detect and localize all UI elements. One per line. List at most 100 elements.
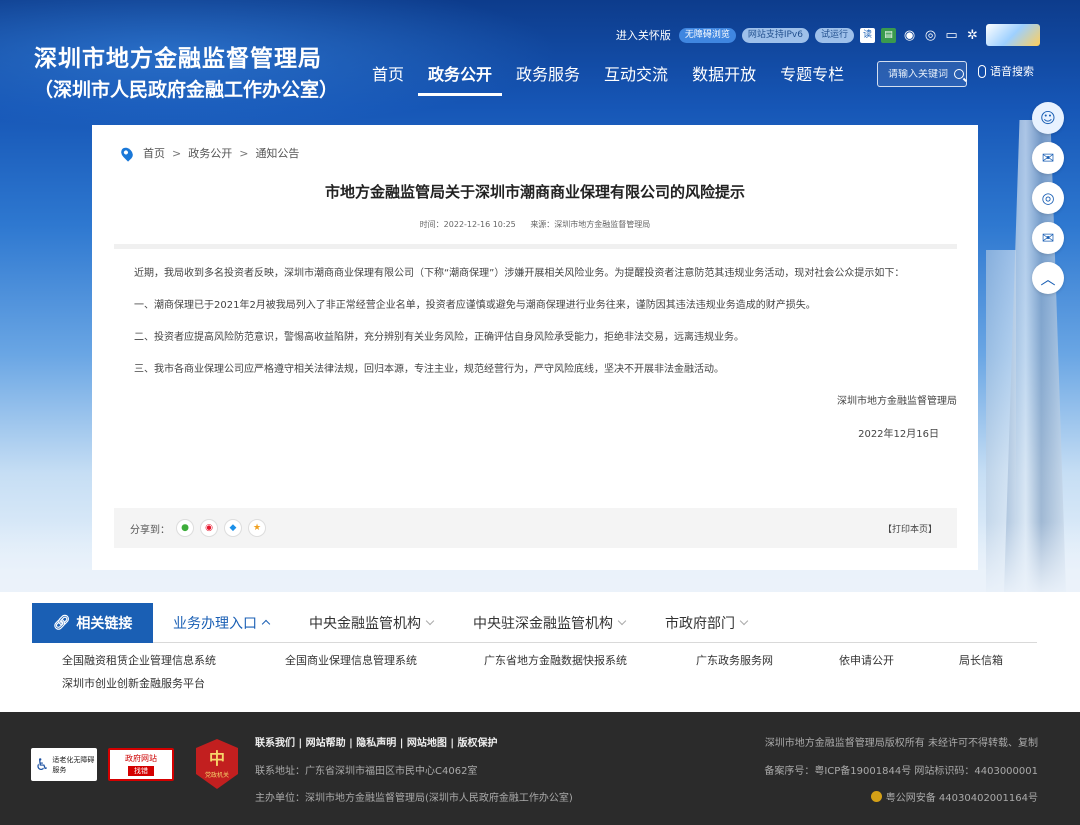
article-body: 近期，我局收到多名投资者反映，深圳市潮商商业保理有限公司（下称“潮商保理”）涉嫌…: [114, 263, 957, 456]
barrier-free-button[interactable]: 无障碍浏览: [678, 27, 736, 43]
party-badge-char: 中: [208, 748, 225, 768]
breadcrumb-separator: >: [239, 146, 249, 160]
tab-business-entry[interactable]: 业务办理入口: [153, 603, 289, 642]
chevron-down-icon: [739, 616, 749, 625]
weibo-float-icon[interactable]: ◎: [1032, 182, 1064, 214]
link-commercial-factoring-system[interactable]: 全国商业保理信息管理系统: [285, 652, 417, 668]
link-startup-finance-platform[interactable]: 深圳市创业创新金融服务平台: [62, 675, 205, 691]
report-error-title: 政府网站: [125, 754, 157, 763]
party-badge-label: 党政机关: [204, 771, 229, 779]
nav-open-data[interactable]: 数据开放: [680, 60, 768, 96]
link-financial-leasing-system[interactable]: 全国融资租赁企业管理信息系统: [62, 652, 216, 668]
chevron-down-icon: [617, 616, 627, 625]
tab-central-regulators-shenzhen-label: 中央驻深金融监管机构: [473, 615, 613, 632]
share-weibo-icon[interactable]: ◉: [200, 519, 218, 537]
monitor-icon[interactable]: ▭: [944, 28, 959, 43]
footer-icp[interactable]: 备案序号：粤ICP备19001844号 网站标识码：4403000001: [764, 762, 1038, 777]
footer-host: 主办单位：深圳市地方金融监督管理局(深圳市人民政府金融工作办公室): [255, 793, 573, 804]
nav-gov-services[interactable]: 政务服务: [504, 60, 592, 96]
police-record-label: 粤公网安备 44030402001164号: [885, 793, 1038, 804]
mail-icon[interactable]: ✉: [1032, 222, 1064, 254]
ipv6-badge: 网站支持IPv6: [741, 27, 809, 43]
share-bar: 分享到： ● ◉ ◆ ★ 【打印本页】: [114, 508, 957, 548]
breadcrumb-separator: >: [172, 146, 182, 160]
footer-links: 联系我们 | 网站帮助 | 隐私声明 | 网站地图 | 版权保护: [255, 734, 498, 749]
wechat-icon[interactable]: ✉: [1032, 142, 1064, 174]
footer-link-sitemap[interactable]: 网站地图: [407, 738, 447, 749]
footer-link-contact[interactable]: 联系我们: [255, 738, 295, 749]
footer-link-copyright[interactable]: 版权保护: [458, 738, 498, 749]
site-subtitle: （深圳市人民政府金融工作办公室）: [34, 80, 339, 101]
site-footer: ♿︎ 适老化无障碍服务 政府网站 找错 中 党政机关 联系我们 | 网站帮助 |…: [0, 712, 1080, 825]
voice-search-label: 语音搜索: [990, 65, 1034, 78]
elderly-accessibility-badge[interactable]: ♿︎ 适老化无障碍服务: [31, 748, 97, 781]
share-qq-icon[interactable]: ◆: [224, 519, 242, 537]
search-input[interactable]: [888, 68, 954, 80]
city-logo[interactable]: [986, 24, 1040, 46]
nav-home[interactable]: 首页: [360, 60, 416, 96]
tab-city-departments-label: 市政府部门: [665, 615, 735, 632]
search-icon[interactable]: [954, 69, 964, 79]
footer-link-help[interactable]: 网站帮助: [306, 738, 346, 749]
signature-date: 2022年12月16日: [858, 429, 939, 440]
chevron-up-icon: [261, 619, 271, 629]
nav-topics[interactable]: 专题专栏: [768, 60, 856, 96]
mini-program-icon[interactable]: ▤: [881, 27, 896, 43]
share-icon[interactable]: ✲: [965, 28, 980, 43]
link-apply-disclosure[interactable]: 依申请公开: [839, 652, 894, 668]
accessibility-icon: ♿︎: [35, 755, 50, 774]
article-card: 首页 > 政务公开 > 通知公告 市地方金融监管局关于深圳市潮商商业保理有限公司…: [92, 125, 978, 570]
paragraph-3: 三、我市各商业保理公司应严格遵守相关法律法规，回归本源，专注主业，规范经营行为，…: [134, 364, 724, 375]
title-divider: [114, 244, 957, 249]
footer-separator: |: [345, 738, 357, 749]
signature: 深圳市地方金融监督管理局: [837, 396, 957, 407]
share-wechat-icon[interactable]: ●: [176, 519, 194, 537]
link-director-mailbox[interactable]: 局长信箱: [959, 652, 1003, 668]
party-gov-badge[interactable]: 中 党政机关: [196, 739, 238, 789]
robot-assistant-icon[interactable]: ☺: [1032, 102, 1064, 134]
elderly-badge-label: 适老化无障碍服务: [52, 755, 95, 774]
breadcrumb-gov-affairs[interactable]: 政务公开: [188, 145, 232, 161]
tab-central-regulators-shenzhen[interactable]: 中央驻深金融监管机构: [453, 603, 645, 642]
related-links-label: 相关链接: [76, 616, 133, 632]
link-guangdong-gov-services[interactable]: 广东政务服务网: [696, 652, 773, 668]
app-icon[interactable]: 读: [860, 27, 875, 43]
share-favorite-icon[interactable]: ★: [248, 519, 266, 537]
tab-business-entry-label: 业务办理入口: [173, 615, 257, 632]
site-title: 深圳市地方金融监督管理局: [34, 46, 322, 71]
article-source: 来源：深圳市地方金融监督管理局: [530, 220, 651, 229]
nav-gov-affairs-open[interactable]: 政务公开: [416, 60, 504, 96]
share-label: 分享到：: [130, 524, 170, 536]
report-error-badge[interactable]: 政府网站 找错: [108, 748, 174, 781]
paragraph-1: 一、潮商保理已于2021年2月被我局列入了非正常经营企业名单，投资者应谨慎或避免…: [134, 300, 816, 311]
police-emblem-icon: [870, 791, 882, 802]
nav-interaction[interactable]: 互动交流: [592, 60, 680, 96]
floating-toolbar: ☺ ✉ ◎ ✉ ︿: [1032, 102, 1064, 294]
tab-city-departments[interactable]: 市政府部门: [645, 603, 767, 642]
main-nav: 首页 政务公开 政务服务 互动交流 数据开放 专题专栏: [360, 60, 856, 96]
weibo-icon[interactable]: ◎: [923, 28, 938, 43]
tab-central-regulators[interactable]: 中央金融监管机构: [289, 603, 453, 642]
article-title: 市地方金融监管局关于深圳市潮商商业保理有限公司的风险提示: [324, 183, 745, 201]
publish-time: 时间：2022-12-16 10:25: [419, 220, 516, 229]
site-logo-title[interactable]: 深圳市地方金融监督管理局 （深圳市人民政府金融工作办公室）: [34, 44, 338, 106]
print-page-button[interactable]: 【打印本页】: [883, 522, 937, 535]
related-links-tab[interactable]: 🔗︎ 相关链接: [32, 603, 153, 643]
trial-badge: 试运行: [814, 27, 854, 43]
location-pin-icon: [118, 144, 136, 162]
link-guangdong-finance-data-system[interactable]: 广东省地方金融数据快报系统: [484, 652, 627, 668]
breadcrumb-notices[interactable]: 通知公告: [255, 145, 299, 161]
footer-separator: |: [446, 738, 458, 749]
voice-search-button[interactable]: 语音搜索: [978, 63, 1034, 79]
care-mode-link[interactable]: 进入关怀版: [616, 27, 671, 43]
report-error-label: 找错: [128, 766, 154, 776]
back-to-top-icon[interactable]: ︿: [1032, 262, 1064, 294]
footer-copyright: 深圳市地方金融监督管理局版权所有 未经许可不得转载、复制: [764, 738, 1038, 749]
footer-police-record[interactable]: 粤公网安备 44030402001164号: [870, 789, 1038, 804]
footer-link-privacy[interactable]: 隐私声明: [356, 738, 396, 749]
weixin-icon[interactable]: ◉: [902, 28, 917, 43]
tab-central-regulators-label: 中央金融监管机构: [309, 615, 421, 632]
paragraph-intro: 近期，我局收到多名投资者反映，深圳市潮商商业保理有限公司（下称“潮商保理”）涉嫌…: [134, 268, 905, 279]
footer-separator: |: [295, 738, 306, 749]
breadcrumb-home[interactable]: 首页: [143, 145, 165, 161]
